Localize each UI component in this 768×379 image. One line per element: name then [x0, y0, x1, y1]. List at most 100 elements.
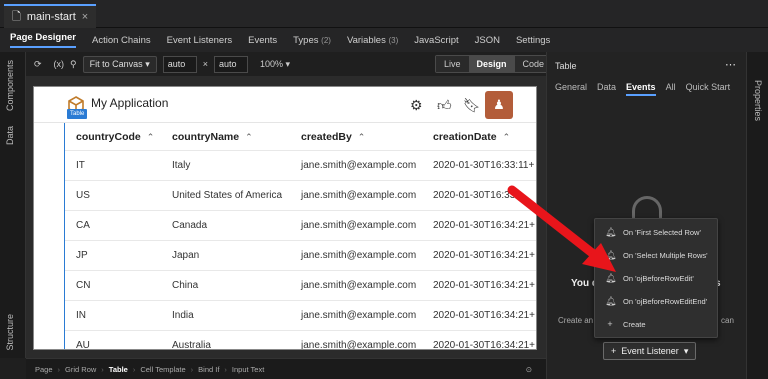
sort-icon[interactable]: ⌃ [245, 132, 253, 142]
data-panel-tab[interactable]: Data [5, 126, 15, 145]
zoom-select[interactable]: 100% ▾ [260, 59, 290, 70]
table-row[interactable]: CA Canada jane.smith@example.com 2020-01-30… [65, 211, 536, 241]
breadcrumb-item[interactable]: Grid Row [60, 365, 101, 374]
table-cell: jane.smith@example.com [301, 340, 417, 350]
properties-panel-tab[interactable]: Properties [753, 80, 763, 121]
column-header-creationdate[interactable]: creationDate ⌃ [433, 131, 510, 143]
table-header-row: countryCode ⌃ countryName ⌃ createdBy ⌃ cre… [65, 123, 536, 151]
tab-javascript[interactable]: JavaScript [414, 35, 458, 46]
thumbs-up-icon[interactable]: 👍︎ [437, 97, 452, 114]
table-cell: US [76, 190, 90, 201]
tab-quick-start[interactable]: Quick Start [686, 82, 731, 96]
menu-item[interactable]: 🔔︎ On 'ojBeforeRowEditEnd' [595, 290, 719, 312]
table-cell: Australia [172, 340, 211, 350]
close-icon[interactable]: × [82, 11, 88, 23]
menu-item[interactable]: + Create [595, 313, 719, 335]
sort-icon[interactable]: ⌃ [503, 132, 511, 142]
chevron-down-icon: ▾ [285, 58, 291, 69]
file-icon: 🗋 [12, 10, 21, 23]
table-row[interactable]: JP Japan jane.smith@example.com 2020-01-30T… [65, 241, 536, 271]
canvas-height-input[interactable] [213, 55, 248, 73]
breadcrumb-item[interactable]: Table [104, 365, 133, 374]
table-cell: India [172, 310, 194, 321]
table-cell: JP [76, 250, 88, 261]
table-cell: 2020-01-30T16:34:21+ [433, 220, 536, 231]
column-header-countrycode[interactable]: countryCode ⌃ [76, 131, 154, 143]
sort-icon[interactable]: ⌃ [147, 132, 155, 142]
panel-tabs: General Data Events All Quick Start [555, 82, 730, 96]
empty-state-text-tail: can [721, 316, 734, 325]
tab-variables[interactable]: Variables (3) [347, 35, 398, 46]
table-cell: 2020-01-30T16:33:11+ [433, 160, 535, 171]
tab-events[interactable]: Events [626, 82, 656, 96]
column-header-label: countryCode [76, 131, 141, 143]
breadcrumb-item[interactable]: Bind If [193, 365, 224, 374]
canvas-width-input[interactable] [162, 55, 197, 73]
bell-icon: 🔔︎ [605, 272, 617, 283]
tab-all[interactable]: All [666, 82, 676, 96]
refresh-icon[interactable]: ⟳ [34, 59, 42, 70]
avatar[interactable]: ♟ [485, 91, 513, 119]
menu-item[interactable]: 🔔︎ On 'Select Multiple Rows' [595, 244, 719, 266]
chevron-down-icon: ▾ [683, 345, 689, 356]
tab-variables-count: (3) [388, 35, 399, 45]
structure-panel-tab[interactable]: Structure [5, 314, 15, 351]
tab-settings[interactable]: Settings [516, 35, 550, 46]
column-header-createdby[interactable]: createdBy ⌃ [301, 131, 365, 143]
add-event-listener-button[interactable]: + Event Listener ▾ [603, 342, 697, 360]
menu-item-label: Create [623, 319, 646, 329]
structure-toggle-icon[interactable]: ⊙ [526, 365, 532, 374]
tab-event-listeners[interactable]: Event Listeners [167, 35, 232, 46]
tab-types[interactable]: Types (2) [293, 35, 331, 46]
tab-events[interactable]: Events [248, 35, 277, 46]
tab-data[interactable]: Data [597, 82, 616, 96]
gear-icon[interactable]: ⚙ [410, 97, 423, 114]
sort-icon[interactable]: ⌃ [358, 132, 366, 142]
table-row[interactable]: US United States of America jane.smith@exa… [65, 181, 536, 211]
menu-item-label: On 'Select Multiple Rows' [623, 250, 708, 260]
app-title: My Application [91, 96, 169, 110]
table-cell: Japan [172, 250, 200, 261]
tab-action-chains[interactable]: Action Chains [92, 35, 151, 46]
add-event-listener-label: Event Listener [621, 346, 679, 356]
mode-design[interactable]: Design [468, 56, 515, 72]
column-header-countryname[interactable]: countryName ⌃ [172, 131, 253, 143]
menu-item[interactable]: 🔔︎ On 'ojBeforeRowEdit' [595, 267, 719, 289]
event-listener-menu: 🔔︎ On 'First Selected Row' 🔔︎ On 'Select Mu… [594, 218, 718, 338]
table-cell: 2020-01-30T16:34:21+ [433, 250, 536, 261]
menu-item-label: On 'ojBeforeRowEdit' [623, 273, 694, 283]
table-cell: CN [76, 280, 91, 291]
breadcrumb-item[interactable]: Page [30, 365, 58, 374]
table-cell: 2020-01-30T16:33 [433, 190, 516, 201]
table-cell: jane.smith@example.com [301, 280, 417, 291]
table-cell: jane.smith@example.com [301, 310, 417, 321]
table-row[interactable]: IN India jane.smith@example.com 2020-01-30T… [65, 301, 536, 331]
table-row[interactable]: CN China jane.smith@example.com 2020-01-30T… [65, 271, 536, 301]
designer-tabs: Page Designer Action Chains Event Listen… [0, 28, 768, 52]
variable-icon[interactable]: (x) [54, 59, 65, 69]
tab-general[interactable]: General [555, 82, 587, 96]
tab-json[interactable]: JSON [475, 35, 500, 46]
more-icon[interactable]: ⋯ [725, 58, 736, 71]
file-tab[interactable]: 🗋 main-start × [4, 4, 97, 28]
table-cell: 2020-01-30T16:34:21+ [433, 340, 536, 350]
panel-title: Table [555, 61, 577, 71]
menu-item[interactable]: 🔔︎ On 'First Selected Row' [595, 221, 719, 243]
fit-to-canvas-select[interactable]: Fit to Canvas ▾ [82, 55, 157, 73]
tab-page-designer[interactable]: Page Designer [10, 32, 76, 48]
plus-icon: + [611, 346, 617, 356]
user-icon[interactable]: ⚲ [70, 59, 77, 70]
table-row[interactable]: IT Italy jane.smith@example.com 2020-01-30T… [65, 151, 536, 181]
table-cell: 2020-01-30T16:34:21+ [433, 280, 536, 291]
view-mode-toggle: Live Design Code [435, 55, 554, 73]
breadcrumb-item[interactable]: Input Text [227, 365, 269, 374]
table-cell: 2020-01-30T16:34:21+ [433, 310, 536, 321]
table-selection-badge: Table [67, 109, 88, 119]
bookmark-icon[interactable]: 🔖︎ [463, 97, 481, 114]
components-panel-tab[interactable]: Components [5, 60, 15, 111]
column-header-label: creationDate [433, 131, 497, 143]
mode-live[interactable]: Live [436, 56, 469, 72]
breadcrumb-item[interactable]: Cell Template [135, 365, 190, 374]
table-row[interactable]: AU Australia jane.smith@example.com 2020-01… [65, 331, 536, 350]
menu-item-label: On 'ojBeforeRowEditEnd' [623, 296, 708, 306]
